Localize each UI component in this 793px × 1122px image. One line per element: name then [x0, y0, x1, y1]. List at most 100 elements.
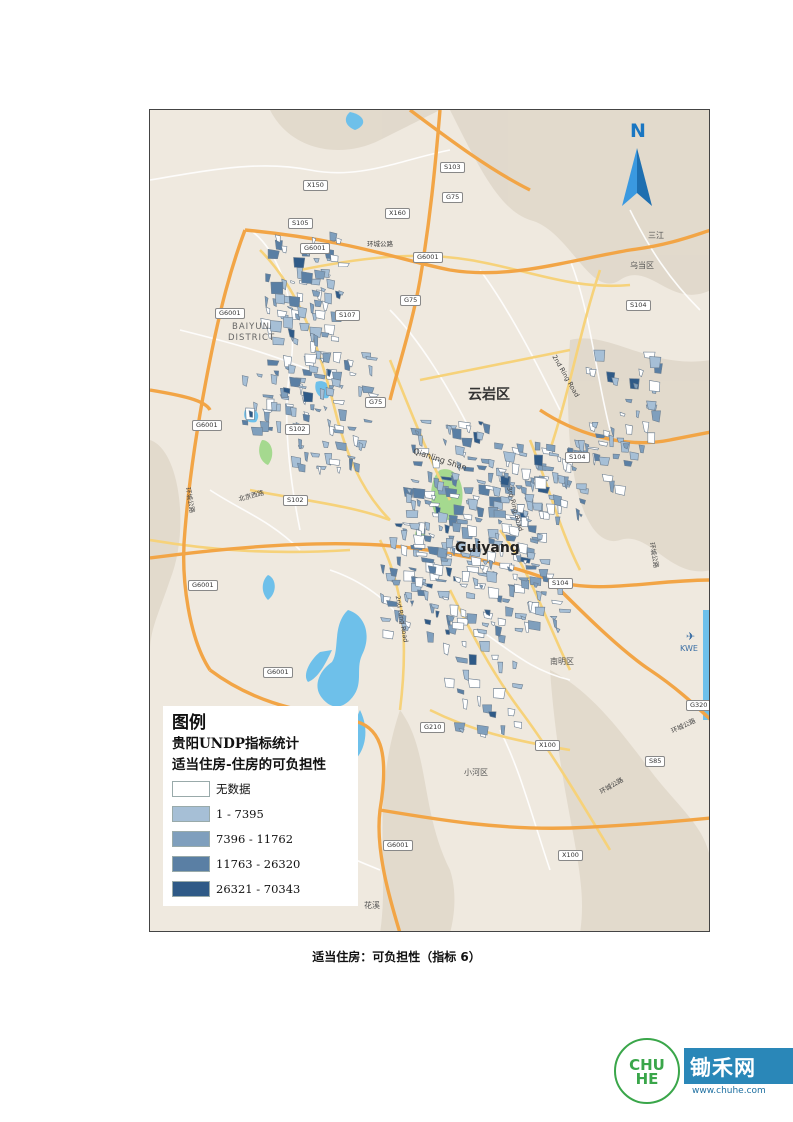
parcel [248, 410, 253, 418]
airport-icon: ✈ [686, 630, 696, 643]
road-label-g6001a: G6001 [300, 243, 330, 254]
logo-url: www.chuhe.com [692, 1086, 766, 1096]
parcel [467, 456, 478, 461]
parcel [290, 280, 296, 284]
parcel [321, 331, 330, 338]
parcel [476, 431, 485, 441]
road-label-s104a: S104 [626, 300, 651, 311]
parcel [453, 504, 465, 516]
road-label-g6001e: G6001 [188, 580, 218, 591]
parcel [241, 375, 249, 387]
parcel [528, 620, 541, 631]
road-label-x100a: X100 [535, 740, 560, 751]
parcel [520, 486, 527, 495]
parcel [532, 502, 543, 511]
parcel [267, 359, 280, 366]
parcel [288, 295, 301, 308]
north-arrow-icon [622, 148, 652, 206]
parcel [348, 458, 354, 471]
parcel [444, 677, 455, 689]
road-label-s107: S107 [335, 310, 360, 321]
parcel [339, 384, 344, 390]
parcel [445, 566, 453, 578]
parcel [435, 610, 440, 618]
legend-item: 1 - 7395 [172, 801, 350, 826]
parcel [310, 452, 321, 458]
parcel [265, 306, 271, 315]
parcel [313, 333, 319, 347]
parcel [459, 583, 468, 588]
parcel [314, 408, 322, 413]
parcel [593, 349, 606, 362]
legend-label: 1 - 7395 [216, 806, 264, 821]
parcel [256, 373, 263, 378]
parcel [486, 570, 497, 583]
parcel [649, 356, 662, 369]
parcel [332, 429, 344, 434]
legend-item: 26321 - 70343 [172, 876, 350, 901]
parcel [380, 617, 392, 622]
label-nanming: 南明区 [550, 657, 574, 666]
parcel [319, 388, 325, 400]
road-label-s85: S85 [645, 756, 666, 767]
parcel [288, 364, 296, 374]
parcel [465, 425, 472, 434]
parcel [488, 711, 497, 719]
parcel [479, 641, 490, 652]
road-label-x100b: X100 [558, 850, 583, 861]
parcel [487, 586, 500, 599]
parcel [462, 669, 469, 682]
parcel [479, 565, 485, 570]
parcel [335, 237, 342, 245]
parcel [302, 391, 314, 403]
parcel [463, 513, 473, 521]
parcel [476, 465, 488, 471]
figure-caption: 适当住房：可负担性（指标 6） [312, 950, 481, 964]
parcel [482, 422, 491, 435]
parcel [503, 472, 509, 479]
parcel [317, 465, 322, 476]
label-sanjiang: 三江 [648, 231, 664, 240]
parcel [474, 516, 483, 523]
parcel [415, 551, 428, 557]
parcel [576, 483, 587, 491]
legend-subtitle-2: 适当住房-住房的可负担性 [172, 757, 327, 773]
parcel [455, 445, 465, 456]
label-huaxi: 花溪 [364, 901, 380, 910]
parcel [629, 451, 639, 461]
parcel [323, 405, 328, 412]
parcel [539, 559, 551, 565]
parcel [267, 248, 280, 260]
road-label-g320: G320 [686, 700, 709, 711]
logo-badge: CHU HE [614, 1038, 680, 1104]
parcel [405, 510, 419, 519]
parcel [651, 410, 661, 423]
parcel [533, 454, 543, 467]
parcel [542, 465, 555, 472]
parcel [412, 487, 426, 500]
parcel [482, 560, 489, 565]
label-kwe: KWE [680, 644, 698, 653]
legend-item: 7396 - 11762 [172, 826, 350, 851]
parcel [512, 683, 524, 690]
parcel [461, 641, 467, 648]
parcel [527, 525, 537, 534]
parcel [552, 618, 557, 629]
parcel [380, 592, 384, 603]
label-yunyan: 云岩区 [468, 387, 510, 403]
parcel [304, 353, 317, 364]
parcel [270, 320, 283, 333]
parcel [296, 462, 306, 473]
parcel [551, 599, 564, 605]
road-label-g6001b: G6001 [413, 252, 443, 263]
parcel [293, 337, 299, 346]
legend-item: 无数据 [172, 776, 350, 801]
site-logo[interactable]: CHU HE 锄禾网 www.chuhe.com [612, 1038, 793, 1110]
parcel [614, 484, 626, 496]
parcel [440, 556, 449, 562]
parcel [331, 371, 343, 381]
road-label-x150: X150 [303, 180, 328, 191]
parcel [409, 600, 415, 607]
parcel [287, 328, 295, 339]
parcel [264, 295, 269, 309]
